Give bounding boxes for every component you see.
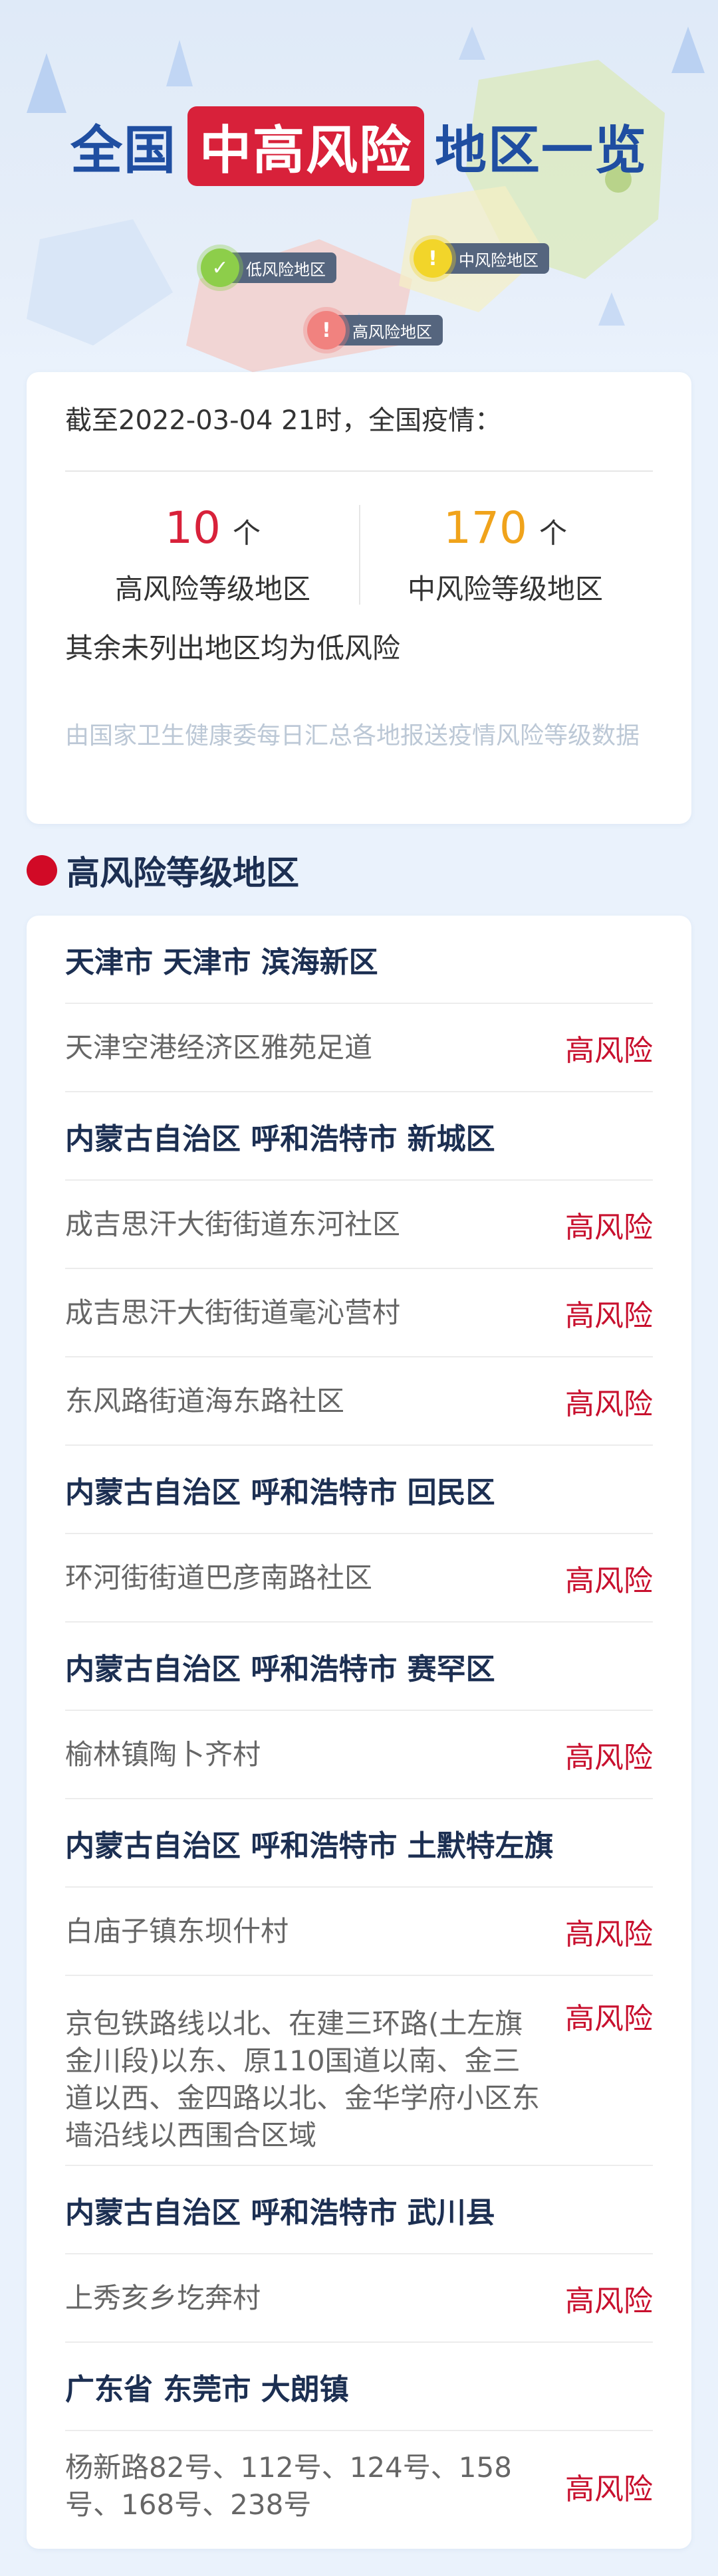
summary-card: 截至2022-03-04 21时，全国疫情： 10 个 高风险等级地区 170 个 … <box>27 372 691 824</box>
place-name: 榆林镇陶卜齐村 <box>65 1737 261 1771</box>
mid-risk-label: 中风险等级地区 <box>407 573 603 605</box>
risk-badge: 高风险 <box>565 1563 653 1598</box>
risk-badge: 高风险 <box>565 1033 653 1068</box>
title-post: 地区一览 <box>435 121 648 181</box>
as-of-text: 截至2022-03-04 21时，全国疫情： <box>65 405 502 436</box>
check-icon: ✓ <box>201 248 239 287</box>
place-name: 白庙子镇东坝什村 <box>65 1914 289 1947</box>
place-name: 成吉思汗大街街道毫沁营村 <box>65 1296 401 1329</box>
warning-icon: ! <box>414 239 452 278</box>
region-name: 内蒙古自治区 呼和浩特市 新城区 <box>65 1122 495 1156</box>
place-name: 杨新路82号、112号、124号、158号、168号、238号 <box>65 2451 512 2521</box>
legend-label: 中风险地区 <box>459 250 538 270</box>
region-header: 内蒙古自治区 呼和浩特市 回民区 <box>65 1446 653 1534</box>
region-name: 内蒙古自治区 呼和浩特市 土默特左旗 <box>65 1829 554 1863</box>
risk-badge: 高风险 <box>565 2472 653 2506</box>
divider <box>65 470 653 472</box>
list-item: 杨新路82号、112号、124号、158号、168号、238号 高风险 <box>65 2431 653 2541</box>
risk-badge: 高风险 <box>565 2284 653 2318</box>
region-header: 广东省 东莞市 大朗镇 <box>65 2343 653 2431</box>
red-dot-icon <box>27 855 57 886</box>
list-item: 东风路街道海东路社区 高风险 <box>65 1357 653 1446</box>
risk-badge: 高风险 <box>565 1210 653 1244</box>
risk-badge: 高风险 <box>565 1917 653 1951</box>
place-name: 京包铁路线以北、在建三环路(土左旗金川段)以东、原110国道以南、金三道以西、金… <box>65 2007 540 2151</box>
title-pre: 全国 <box>70 121 177 181</box>
place-name: 环河街街道巴彦南路社区 <box>65 1561 373 1594</box>
high-risk-unit: 个 <box>232 517 261 549</box>
hero-banner: 全国 中高风险 地区一览 ✓ 低风险地区 ! 中风险地区 ! 高风险地区 <box>0 0 718 372</box>
high-risk-label: 高风险等级地区 <box>114 573 310 605</box>
region-name: 内蒙古自治区 呼和浩特市 武川县 <box>65 2195 495 2230</box>
region-name: 天津市 天津市 滨海新区 <box>65 945 378 979</box>
region-header: 内蒙古自治区 呼和浩特市 赛罕区 <box>65 1623 653 1711</box>
place-name: 成吉思汗大街街道东河社区 <box>65 1207 401 1240</box>
legend-mid-risk: ! 中风险地区 <box>414 239 549 278</box>
legend-high-risk: ! 高风险地区 <box>307 311 443 349</box>
high-risk-stat: 10 个 高风险等级地区 <box>66 502 359 607</box>
list-item: 京包铁路线以北、在建三环路(土左旗金川段)以东、原110国道以南、金三道以西、金… <box>65 1976 653 2166</box>
region-name: 内蒙古自治区 呼和浩特市 赛罕区 <box>65 1652 495 1686</box>
list-item: 成吉思汗大街街道毫沁营村 高风险 <box>65 1269 653 1357</box>
place-name: 东风路街道海东路社区 <box>65 1384 345 1417</box>
region-header: 内蒙古自治区 呼和浩特市 武川县 <box>65 2166 653 2254</box>
list-item: 天津空港经济区雅苑足道 高风险 <box>65 1004 653 1092</box>
list-item: 成吉思汗大街街道东河社区 高风险 <box>65 1181 653 1269</box>
region-header: 内蒙古自治区 呼和浩特市 新城区 <box>65 1092 653 1181</box>
high-risk-list: 天津市 天津市 滨海新区 天津空港经济区雅苑足道 高风险 内蒙古自治区 呼和浩特市 新… <box>27 916 691 2549</box>
legend-label: 低风险地区 <box>246 260 326 279</box>
source-note: 由国家卫生健康委每日汇总各地报送疫情风险等级数据 <box>65 722 640 749</box>
region-header: 天津市 天津市 滨海新区 <box>65 916 653 1004</box>
rest-low-risk-text: 其余未列出地区均为低风险 <box>65 632 401 664</box>
region-name: 广东省 东莞市 大朗镇 <box>65 2372 349 2407</box>
list-item: 榆林镇陶卜齐村 高风险 <box>65 1711 653 1799</box>
region-name: 内蒙古自治区 呼和浩特市 回民区 <box>65 1475 495 1510</box>
list-item: 白庙子镇东坝什村 高风险 <box>65 1888 653 1976</box>
mid-risk-count: 170 <box>443 502 527 553</box>
title-highlight: 中高风险 <box>187 106 424 186</box>
section-heading: 高风险等级地区 <box>27 847 299 894</box>
place-name: 天津空港经济区雅苑足道 <box>65 1031 373 1064</box>
page-title: 全国 中高风险 地区一览 <box>0 106 718 186</box>
legend-low-risk: ✓ 低风险地区 <box>201 248 336 287</box>
warning-icon: ! <box>307 311 346 349</box>
mid-risk-stat: 170 个 中风险等级地区 <box>359 502 652 607</box>
list-item: 环河街街道巴彦南路社区 高风险 <box>65 1534 653 1623</box>
legend-label: 高风险地区 <box>352 322 432 342</box>
high-risk-count: 10 <box>165 502 221 553</box>
list-item: 上秀亥乡圪奔村 高风险 <box>65 2254 653 2343</box>
risk-badge: 高风险 <box>565 1298 653 1333</box>
risk-badge: 高风险 <box>565 1740 653 1775</box>
risk-badge: 高风险 <box>565 1387 653 1421</box>
mid-risk-unit: 个 <box>538 517 567 549</box>
place-name: 上秀亥乡圪奔村 <box>65 2281 261 2314</box>
region-header: 内蒙古自治区 呼和浩特市 土默特左旗 <box>65 1799 653 1888</box>
section-title: 高风险等级地区 <box>66 854 299 892</box>
risk-badge: 高风险 <box>565 2002 653 2036</box>
